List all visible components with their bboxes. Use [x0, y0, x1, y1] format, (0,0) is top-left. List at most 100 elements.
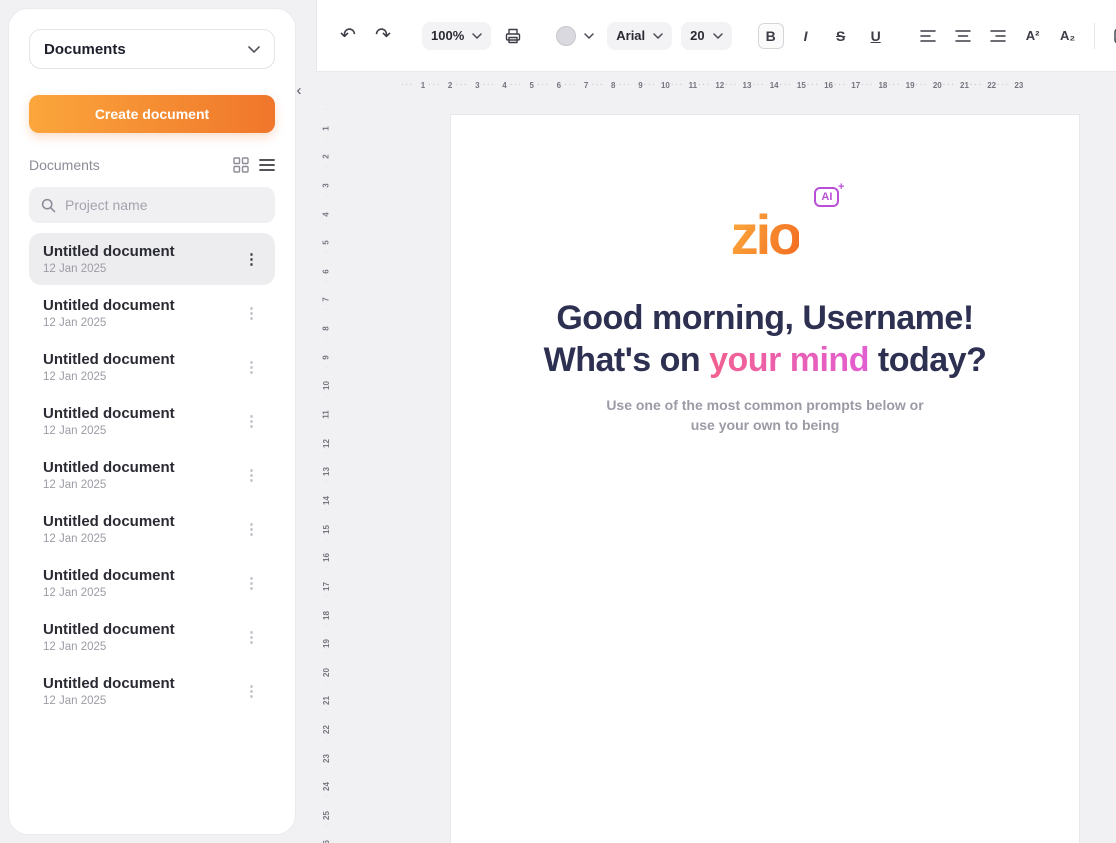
zoom-dropdown[interactable]: 100%: [422, 22, 491, 50]
font-family-dropdown[interactable]: Arial: [607, 22, 672, 50]
ai-badge-text: AI: [821, 191, 832, 203]
ruler-number: 23: [996, 78, 1023, 92]
ruler-number: 19: [887, 78, 914, 92]
superscript-button[interactable]: A²: [1020, 23, 1046, 49]
font-size-dropdown[interactable]: 20: [681, 22, 731, 50]
document-title: Untitled document: [43, 297, 238, 314]
document-title: Untitled document: [43, 459, 238, 476]
collection-dropdown[interactable]: Documents: [29, 29, 275, 69]
printer-icon: [504, 27, 522, 45]
undo-icon: ↶: [340, 26, 356, 45]
align-left-button[interactable]: [915, 23, 941, 49]
ruler-number: 23: [318, 736, 334, 765]
ruler-number: 13: [724, 78, 751, 92]
document-meta: Untitled document 12 Jan 2025: [43, 243, 238, 275]
document-list-item[interactable]: Untitled document 12 Jan 2025 ⋮: [29, 395, 275, 447]
document-meta: Untitled document 12 Jan 2025: [43, 621, 238, 653]
ruler-number: 10: [318, 364, 334, 393]
zio-logo: zio AI+: [731, 207, 800, 263]
ruler-number: 21: [318, 679, 334, 708]
kebab-menu-icon[interactable]: ⋮: [238, 628, 265, 646]
document-list-item[interactable]: Untitled document 12 Jan 2025 ⋮: [29, 611, 275, 663]
ruler-number: 15: [318, 507, 334, 536]
grid-view-icon[interactable]: [233, 157, 249, 173]
ruler-number: 16: [318, 536, 334, 565]
search-input[interactable]: [29, 187, 275, 223]
greeting-highlight: your mind: [709, 341, 869, 379]
document-title: Untitled document: [43, 567, 238, 584]
document-list-item[interactable]: Untitled document 12 Jan 2025 ⋮: [29, 287, 275, 339]
ruler-number: 18: [860, 78, 887, 92]
ruler-number: 14: [318, 478, 334, 507]
search-box: [29, 187, 275, 223]
horizontal-ruler: 1234567891011121314151617181920212223: [330, 78, 1116, 92]
document-date: 12 Jan 2025: [43, 317, 238, 329]
subscript-button[interactable]: A₂: [1055, 23, 1081, 49]
ruler-number: 15: [779, 78, 806, 92]
document-meta: Untitled document 12 Jan 2025: [43, 567, 238, 599]
document-list-item[interactable]: Untitled document 12 Jan 2025 ⋮: [29, 341, 275, 393]
ruler-number: 24: [318, 765, 334, 794]
list-view-icon[interactable]: [259, 158, 275, 172]
ruler-number: 17: [833, 78, 860, 92]
ai-badge-plus-icon: +: [838, 180, 844, 194]
document-page[interactable]: zio AI+ Good morning, Username! What's o…: [450, 114, 1080, 843]
create-document-button[interactable]: Create document: [29, 95, 275, 133]
chevron-down-icon: [713, 33, 723, 39]
ruler-number: 25: [318, 793, 334, 822]
ruler-number: 7: [318, 278, 334, 307]
kebab-menu-icon[interactable]: ⋮: [238, 250, 265, 268]
ruler-number: 5: [318, 221, 334, 250]
ruler-number: 19: [318, 622, 334, 651]
collapse-sidebar-button[interactable]: ‹: [290, 80, 308, 100]
document-list-item[interactable]: Untitled document 12 Jan 2025 ⋮: [29, 233, 275, 285]
bold-button[interactable]: B: [758, 23, 784, 49]
print-button[interactable]: [500, 23, 526, 49]
ruler-number: 4: [318, 192, 334, 221]
strikethrough-button[interactable]: S: [828, 23, 854, 49]
kebab-menu-icon[interactable]: ⋮: [238, 304, 265, 322]
document-list-item[interactable]: Untitled document 12 Jan 2025 ⋮: [29, 665, 275, 717]
ruler-number: 6: [318, 249, 334, 278]
document-title: Untitled document: [43, 513, 238, 530]
insert-image-button[interactable]: [1109, 23, 1116, 49]
ruler-number: 26: [318, 822, 334, 843]
kebab-menu-icon[interactable]: ⋮: [238, 682, 265, 700]
redo-button[interactable]: ↷: [370, 23, 396, 49]
document-list-item[interactable]: Untitled document 12 Jan 2025 ⋮: [29, 449, 275, 501]
vertical-ruler: 1234567891011121314151617181920212223242…: [318, 104, 334, 843]
kebab-menu-icon[interactable]: ⋮: [238, 412, 265, 430]
document-date: 12 Jan 2025: [43, 695, 238, 707]
kebab-menu-icon[interactable]: ⋮: [238, 358, 265, 376]
kebab-menu-icon[interactable]: ⋮: [238, 520, 265, 538]
document-title: Untitled document: [43, 351, 238, 368]
ruler-number: 20: [915, 78, 942, 92]
zoom-value: 100%: [431, 28, 464, 43]
ruler-number: 9: [318, 335, 334, 364]
ruler-number: 3: [318, 163, 334, 192]
editor-toolbar: ↶ ↷ 100% Arial 20 B I S U A² A₂: [316, 0, 1116, 72]
undo-button[interactable]: ↶: [335, 23, 361, 49]
toolbar-right-group: [1090, 23, 1116, 49]
ruler-number: 22: [318, 707, 334, 736]
document-date: 12 Jan 2025: [43, 533, 238, 545]
kebab-menu-icon[interactable]: ⋮: [238, 466, 265, 484]
document-list-item[interactable]: Untitled document 12 Jan 2025 ⋮: [29, 557, 275, 609]
italic-button[interactable]: I: [793, 23, 819, 49]
ruler-number: 12: [697, 78, 724, 92]
chevron-down-icon: [248, 46, 260, 53]
align-right-button[interactable]: [985, 23, 1011, 49]
document-list-header: Documents: [29, 157, 275, 173]
chevron-down-icon: [584, 33, 594, 39]
align-center-icon: [955, 30, 971, 42]
underline-button[interactable]: U: [863, 23, 889, 49]
document-date: 12 Jan 2025: [43, 263, 238, 275]
ruler-number: 6: [534, 78, 561, 92]
align-center-button[interactable]: [950, 23, 976, 49]
ruler-number: 13: [318, 450, 334, 479]
text-color-dropdown[interactable]: [552, 22, 598, 50]
document-list-item[interactable]: Untitled document 12 Jan 2025 ⋮: [29, 503, 275, 555]
ruler-number: 21: [942, 78, 969, 92]
kebab-menu-icon[interactable]: ⋮: [238, 574, 265, 592]
greeting-heading: Good morning, Username! What's on your m…: [451, 297, 1079, 381]
